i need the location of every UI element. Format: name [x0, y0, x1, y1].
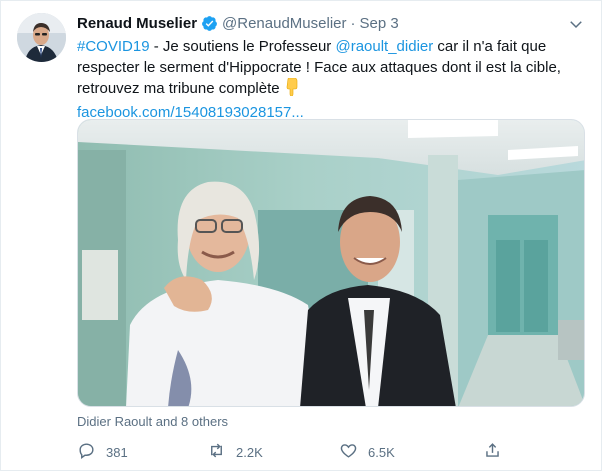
text-segment: retrouvez ma tribune complète [77, 80, 280, 97]
chevron-down-icon[interactable] [567, 15, 585, 33]
share-icon [483, 441, 512, 463]
reply-count: 381 [106, 444, 128, 460]
tweet-text: #COVID19 - Je soutiens le Professeur @ra… [77, 36, 589, 123]
like-button[interactable]: 6.5K [339, 441, 395, 463]
text-segment: - Je soutiens le Professeur [149, 38, 336, 55]
backhand-index-pointing-down-emoji [284, 77, 300, 102]
retweet-count: 2.2K [236, 444, 263, 460]
like-count: 6.5K [368, 444, 395, 460]
reply-icon [77, 441, 106, 463]
tweet-actions: 381 2.2K 6.5K [77, 441, 507, 463]
verified-badge-icon [201, 15, 218, 32]
tweet-header: Renaud Muselier @RenaudMuselier · Sep 3 [77, 13, 585, 33]
tweet-date[interactable]: Sep 3 [359, 15, 398, 32]
share-button[interactable] [483, 441, 512, 463]
reply-button[interactable]: 381 [77, 441, 128, 463]
heart-icon [339, 441, 368, 463]
tweet-text-line-3: retrouvez ma tribune complète [77, 77, 589, 102]
photo-illustration [78, 120, 584, 406]
text-segment: car il n'a fait que [433, 38, 547, 55]
tweet-text-line-2: respecter le serment d'Hippocrate ! Face… [77, 59, 561, 76]
tagged-people[interactable]: Didier Raoult and 8 others [77, 414, 228, 429]
tweet-text-line-1: #COVID19 - Je soutiens le Professeur @ra… [77, 36, 589, 57]
retweet-button[interactable]: 2.2K [207, 441, 263, 463]
avatar[interactable] [17, 13, 66, 62]
separator: · [350, 14, 356, 32]
retweet-icon [207, 441, 236, 463]
hashtag-link[interactable]: #COVID19 [77, 38, 150, 55]
tweet-card[interactable]: Renaud Muselier @RenaudMuselier · Sep 3 … [0, 0, 602, 471]
mention-link[interactable]: @raoult_didier [335, 38, 433, 55]
author-name[interactable]: Renaud Muselier [77, 15, 197, 32]
author-handle[interactable]: @RenaudMuselier [222, 15, 346, 32]
tweet-photo[interactable] [77, 119, 585, 407]
